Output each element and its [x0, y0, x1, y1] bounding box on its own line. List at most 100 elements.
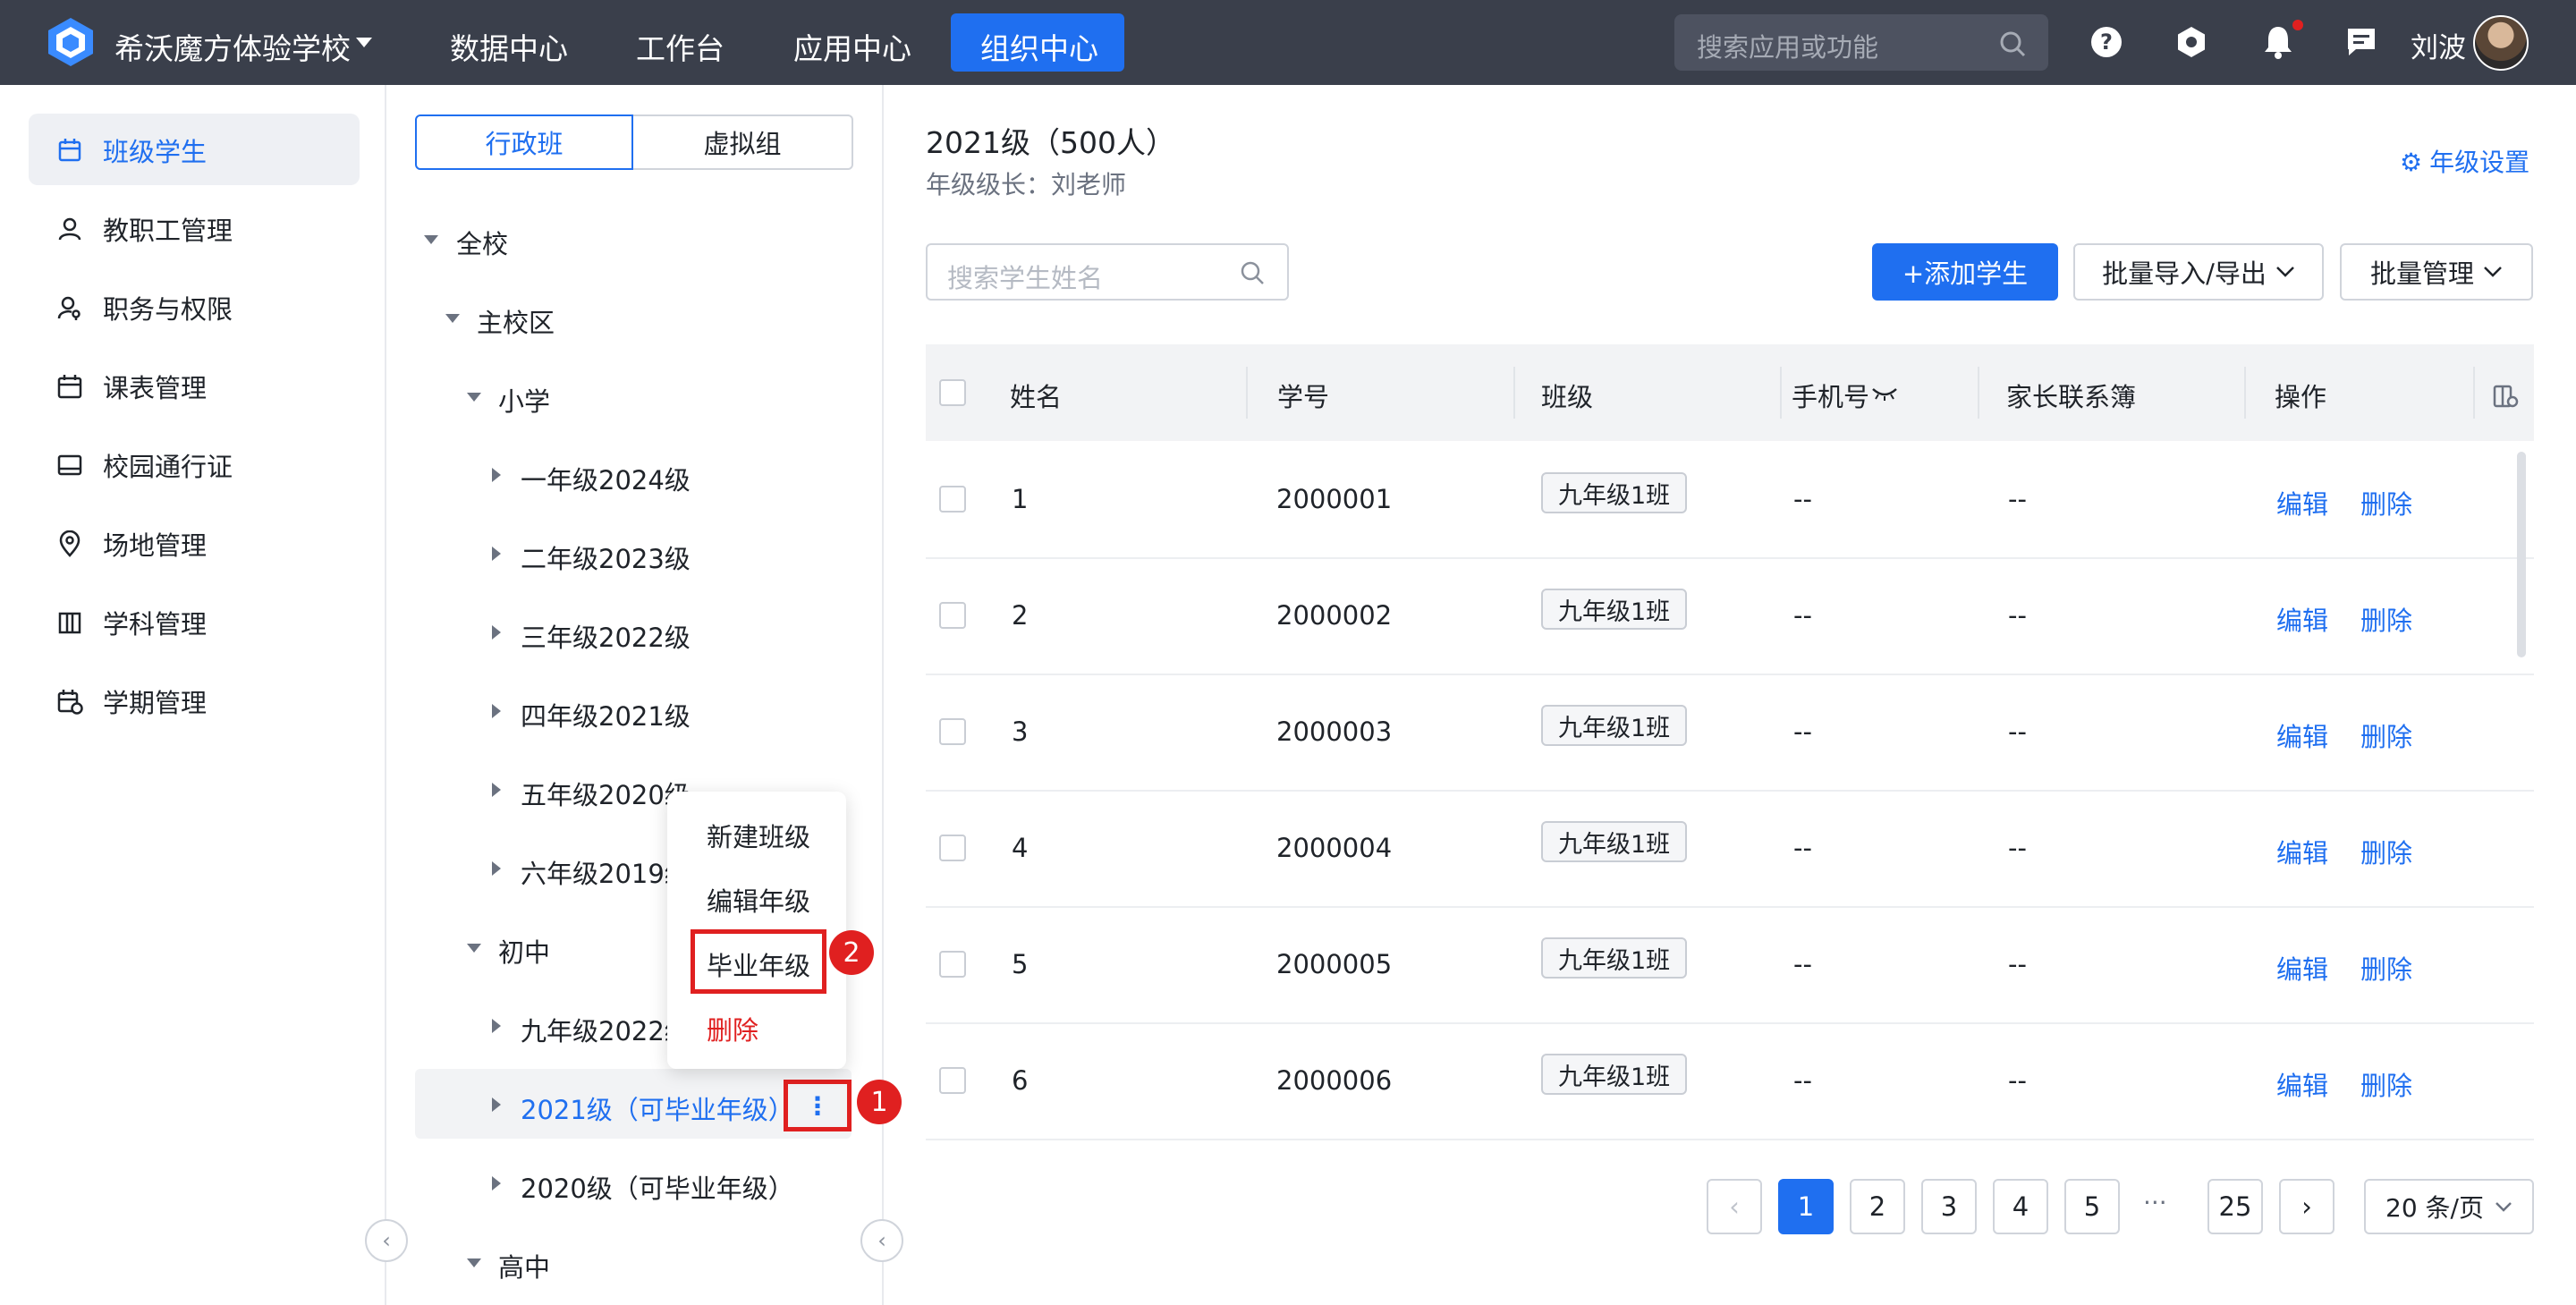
expand-down-icon[interactable]	[467, 1258, 481, 1267]
delete-link[interactable]: 删除	[2360, 1065, 2412, 1103]
search-icon[interactable]	[1239, 259, 1266, 286]
row-checkbox[interactable]	[939, 486, 966, 513]
delete-link[interactable]: 删除	[2360, 716, 2412, 754]
global-search-input[interactable]: 搜索应用或功能	[1674, 14, 2048, 71]
tree-node-grade6[interactable]: 六年级2019级	[521, 853, 691, 891]
tree-node-grade2[interactable]: 二年级2023级	[521, 538, 691, 576]
sidebar-item-label: 班级学生	[103, 137, 208, 167]
menu-item-delete[interactable]: 删除	[707, 1010, 758, 1047]
page-1-button[interactable]: 1	[1778, 1179, 1834, 1234]
edit-link[interactable]: 编辑	[2276, 600, 2328, 638]
next-page-button[interactable]: ›	[2279, 1179, 2334, 1234]
row-checkbox[interactable]	[939, 718, 966, 745]
school-name[interactable]: 希沃魔方体验学校	[114, 25, 351, 68]
school-dropdown-caret-icon[interactable]	[356, 38, 372, 47]
edit-link[interactable]: 编辑	[2276, 949, 2328, 987]
sidebar-item-timetable[interactable]: 课表管理	[56, 368, 207, 405]
select-all-checkbox[interactable]	[939, 379, 966, 406]
sidebar-item-roles[interactable]: 职务与权限	[56, 289, 233, 326]
delete-link[interactable]: 删除	[2360, 833, 2412, 870]
expand-down-icon[interactable]	[424, 235, 438, 244]
add-student-button[interactable]: +添加学生	[1872, 243, 2058, 301]
tree-node-grade4[interactable]: 四年级2021级	[521, 696, 691, 733]
expand-down-icon[interactable]	[467, 393, 481, 402]
pagination-ellipsis[interactable]: ···	[2143, 1188, 2167, 1217]
tree-node-senior[interactable]: 高中	[498, 1247, 550, 1284]
nav-org-center[interactable]: 组织中心	[980, 25, 1098, 68]
expand-right-icon[interactable]	[492, 468, 501, 482]
sidebar-item-semesters[interactable]: 学期管理	[56, 682, 207, 720]
sidebar-item-class-students[interactable]: 班级学生	[56, 131, 207, 169]
expand-right-icon[interactable]	[492, 1019, 501, 1033]
sidebar-item-venues[interactable]: 场地管理	[56, 525, 207, 563]
sidebar-item-campus-pass[interactable]: 校园通行证	[56, 446, 233, 484]
expand-right-icon[interactable]	[492, 1097, 501, 1112]
row-checkbox[interactable]	[939, 835, 966, 861]
eye-closed-icon[interactable]	[1871, 386, 1898, 402]
delete-link[interactable]: 删除	[2360, 949, 2412, 987]
sidebar-item-staff[interactable]: 教职工管理	[56, 210, 233, 248]
location-icon	[59, 530, 80, 557]
expand-down-icon[interactable]	[467, 944, 481, 953]
import-export-dropdown[interactable]: 批量导入/导出	[2073, 243, 2324, 301]
page-3-button[interactable]: 3	[1921, 1179, 1977, 1234]
tree-node-school[interactable]: 全校	[456, 224, 508, 261]
expand-right-icon[interactable]	[492, 1176, 501, 1191]
edit-link[interactable]: 编辑	[2276, 716, 2328, 754]
grade-settings-link[interactable]: ⚙ 年级设置	[2400, 143, 2529, 179]
menu-item-new-class[interactable]: 新建班级	[707, 817, 810, 854]
expand-right-icon[interactable]	[492, 783, 501, 797]
nav-app-center[interactable]: 应用中心	[793, 25, 911, 68]
delete-link[interactable]: 删除	[2360, 600, 2412, 638]
tab-virtual-group[interactable]: 虚拟组	[633, 114, 853, 170]
batch-manage-dropdown[interactable]: 批量管理	[2340, 243, 2533, 301]
page-last-button[interactable]: 25	[2207, 1179, 2263, 1234]
message-icon[interactable]	[2345, 26, 2377, 58]
tree-node-junior[interactable]: 初中	[498, 932, 550, 970]
expand-right-icon[interactable]	[492, 704, 501, 718]
tree-node-grade5[interactable]: 五年级2020级	[521, 775, 691, 812]
edit-link[interactable]: 编辑	[2276, 484, 2328, 521]
tree-collapse-button[interactable]: ‹	[860, 1219, 903, 1262]
edit-link[interactable]: 编辑	[2276, 833, 2328, 870]
column-settings-icon[interactable]	[2492, 383, 2519, 410]
nav-workbench[interactable]: 工作台	[636, 25, 724, 68]
student-search-input[interactable]: 搜索学生姓名	[926, 243, 1289, 301]
prev-page-button[interactable]: ‹	[1707, 1179, 1762, 1234]
row-checkbox[interactable]	[939, 1067, 966, 1094]
sidebar-item-subjects[interactable]: 学科管理	[56, 604, 207, 641]
bell-icon[interactable]	[2262, 24, 2294, 60]
expand-right-icon[interactable]	[492, 861, 501, 876]
school-logo-icon[interactable]	[45, 16, 97, 68]
tree-node-campus[interactable]: 主校区	[477, 302, 555, 340]
column-divider	[2244, 367, 2246, 419]
delete-link[interactable]: 删除	[2360, 484, 2412, 521]
tree-node-2021[interactable]: 2021级（可毕业年级）	[521, 1089, 794, 1127]
help-icon[interactable]: ?	[2090, 26, 2123, 58]
nav-data-center[interactable]: 数据中心	[450, 25, 568, 68]
tree-node-grade1[interactable]: 一年级2024级	[521, 460, 691, 497]
edit-link[interactable]: 编辑	[2276, 1065, 2328, 1103]
calendar-clock-icon	[57, 690, 83, 715]
page-size-select[interactable]: 20 条/页	[2364, 1179, 2534, 1234]
page-5-button[interactable]: 5	[2064, 1179, 2120, 1234]
expand-down-icon[interactable]	[445, 314, 460, 323]
row-checkbox[interactable]	[939, 602, 966, 629]
settings-hex-icon[interactable]	[2175, 26, 2207, 58]
page-2-button[interactable]: 2	[1850, 1179, 1905, 1234]
row-checkbox[interactable]	[939, 951, 966, 978]
avatar[interactable]	[2473, 15, 2529, 71]
menu-item-edit-grade[interactable]: 编辑年级	[707, 881, 810, 919]
table-scrollbar[interactable]	[2517, 452, 2526, 657]
page-4-button[interactable]: 4	[1993, 1179, 2048, 1234]
tree-node-grade3[interactable]: 三年级2022级	[521, 617, 691, 655]
expand-right-icon[interactable]	[492, 625, 501, 640]
tree-node-primary[interactable]: 小学	[498, 381, 550, 419]
expand-right-icon[interactable]	[492, 547, 501, 561]
more-actions-button[interactable]: ⋮	[784, 1080, 852, 1131]
tree-node-2020[interactable]: 2020级（可毕业年级）	[521, 1168, 794, 1206]
search-icon[interactable]	[1998, 30, 2027, 58]
user-name[interactable]: 刘波	[2411, 25, 2466, 65]
tab-admin-class[interactable]: 行政班	[415, 114, 633, 170]
tree-node-grade9[interactable]: 九年级2022级	[521, 1011, 691, 1048]
